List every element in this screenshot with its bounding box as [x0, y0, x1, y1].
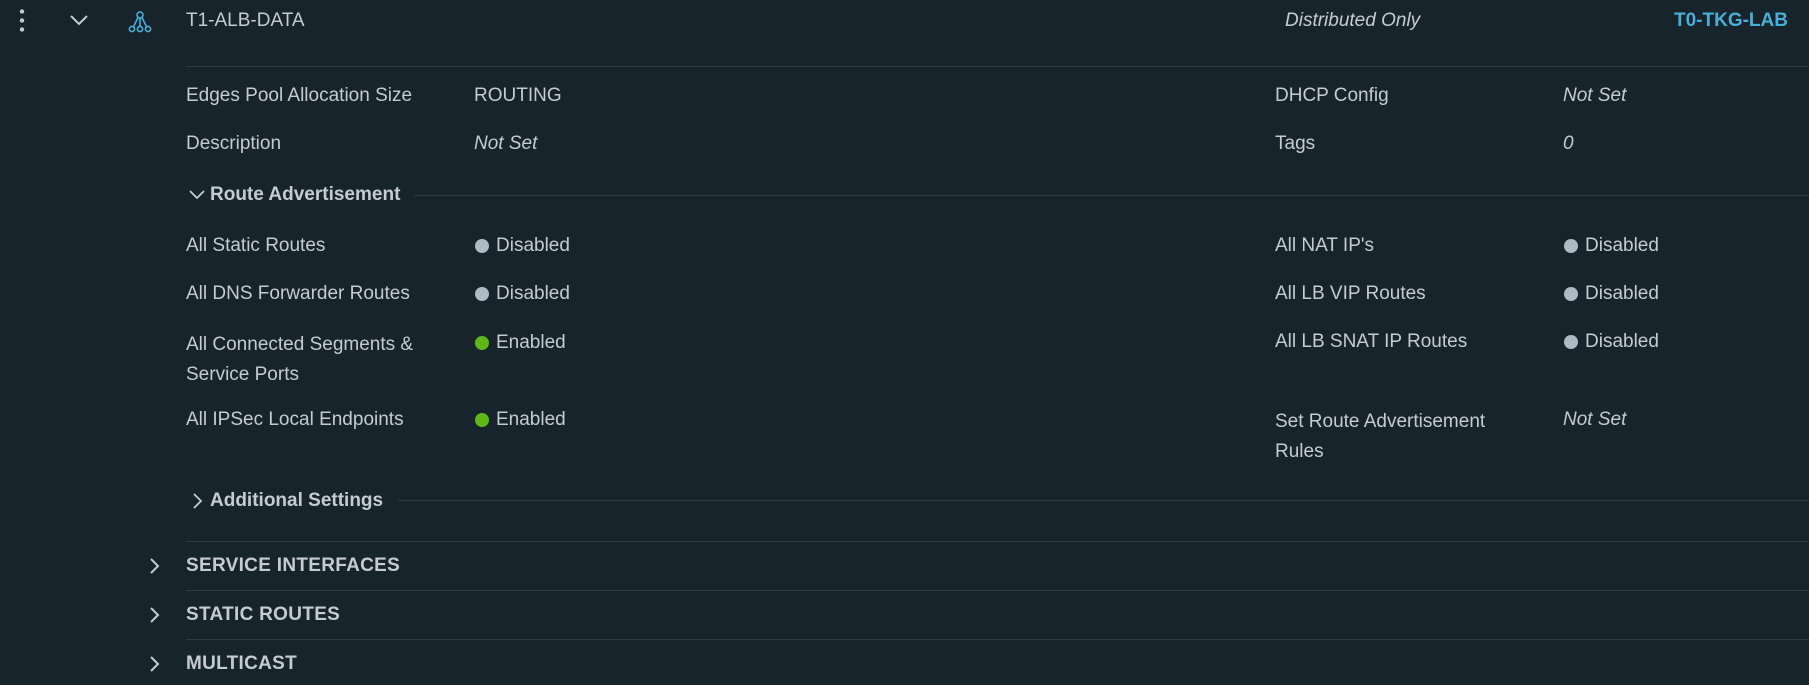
- status-text: Disabled: [1585, 331, 1659, 352]
- divider: [186, 66, 1809, 67]
- section-static-routes[interactable]: STATIC ROUTES: [186, 603, 340, 627]
- route-advertisement-toggle[interactable]: Route Advertisement: [188, 183, 400, 207]
- gateway-panel: T1-ALB-DATA Distributed Only T0-TKG-LAB …: [0, 0, 1809, 685]
- status-dot-icon: [1564, 335, 1578, 349]
- ra-item-status: Enabled: [475, 331, 566, 355]
- chevron-right-icon[interactable]: [145, 557, 163, 575]
- status-text: Enabled: [496, 332, 566, 353]
- edges-pool-value: ROUTING: [474, 85, 562, 106]
- ra-item-label-line: Set Route Advertisement: [1275, 411, 1486, 432]
- section-multicast[interactable]: MULTICAST: [186, 652, 297, 676]
- gateway-name: T1-ALB-DATA: [186, 10, 305, 31]
- divider: [414, 195, 1809, 196]
- dhcp-config-label: DHCP Config: [1275, 85, 1389, 106]
- divider: [398, 500, 1809, 501]
- status-text: Disabled: [496, 283, 570, 304]
- description-value: Not Set: [474, 133, 538, 154]
- ra-item-status: Disabled: [1564, 234, 1659, 258]
- chevron-right-icon[interactable]: [145, 606, 163, 624]
- ra-item-label: All Static Routes: [186, 235, 326, 256]
- ra-item-status: Enabled: [475, 408, 566, 432]
- ra-item-status: Disabled: [475, 282, 570, 306]
- status-text: Disabled: [1585, 235, 1659, 256]
- ra-item-label: All LB VIP Routes: [1275, 283, 1426, 304]
- divider: [186, 590, 1809, 591]
- ra-item-status: Disabled: [1564, 282, 1659, 306]
- linked-tier0-link[interactable]: T0-TKG-LAB: [1674, 9, 1788, 33]
- edges-pool-label: Edges Pool Allocation Size: [186, 85, 413, 106]
- ha-mode: Distributed Only: [1285, 10, 1421, 31]
- status-dot-icon: [475, 413, 489, 427]
- status-dot-icon: [475, 287, 489, 301]
- tier1-gateway-icon: [128, 10, 152, 34]
- vertical-ellipsis-icon[interactable]: [14, 8, 30, 34]
- section-service-interfaces[interactable]: SERVICE INTERFACES: [186, 554, 400, 578]
- additional-settings-toggle[interactable]: Additional Settings: [188, 489, 383, 513]
- status-text: Disabled: [496, 235, 570, 256]
- status-dot-icon: [1564, 239, 1578, 253]
- ra-item-label-line: Service Ports: [186, 364, 299, 385]
- chevron-down-icon[interactable]: [69, 13, 89, 27]
- ra-item-label: Set Route Advertisement Rules: [1275, 407, 1485, 467]
- ra-item-status: Disabled: [475, 234, 570, 258]
- ra-rules-value[interactable]: Not Set: [1563, 408, 1626, 432]
- divider: [186, 541, 1809, 542]
- ra-item-label-line: Rules: [1275, 441, 1324, 462]
- tags-value[interactable]: 0: [1563, 132, 1574, 156]
- additional-settings-title: Additional Settings: [210, 490, 384, 511]
- route-advertisement-title: Route Advertisement: [210, 184, 401, 205]
- tags-label: Tags: [1275, 133, 1316, 154]
- ra-item-label: All DNS Forwarder Routes: [186, 283, 410, 304]
- chevron-down-icon: [188, 188, 206, 202]
- ra-item-label: All IPSec Local Endpoints: [186, 409, 404, 430]
- divider: [186, 639, 1809, 640]
- status-text: Enabled: [496, 409, 566, 430]
- ra-item-label: All NAT IP's: [1275, 235, 1374, 256]
- description-label: Description: [186, 133, 282, 154]
- ra-item-label: All LB SNAT IP Routes: [1275, 331, 1468, 352]
- chevron-right-icon: [188, 492, 206, 510]
- status-dot-icon: [475, 239, 489, 253]
- status-text: Disabled: [1585, 283, 1659, 304]
- chevron-right-icon[interactable]: [145, 655, 163, 673]
- dhcp-config-value: Not Set: [1563, 85, 1627, 106]
- ra-item-label: All Connected Segments & Service Ports: [186, 330, 413, 390]
- status-dot-icon: [475, 336, 489, 350]
- status-dot-icon: [1564, 287, 1578, 301]
- ra-item-label-line: All Connected Segments &: [186, 334, 414, 355]
- ra-item-status: Disabled: [1564, 330, 1659, 354]
